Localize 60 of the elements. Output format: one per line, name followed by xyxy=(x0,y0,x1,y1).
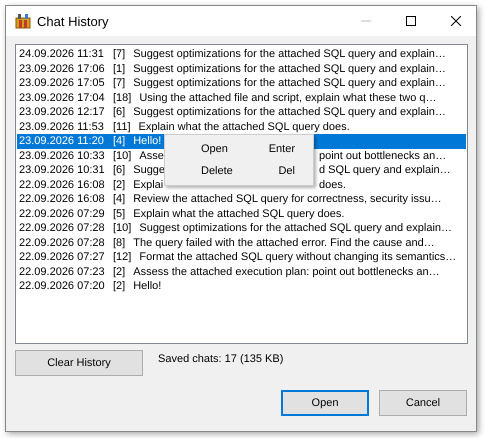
chat-title: Using the attached file and script, explain what these two q… xyxy=(139,92,437,104)
message-count: [10] xyxy=(113,222,132,234)
chat-date: 22.09.2026 07:23 xyxy=(19,266,106,278)
chat-date: 23.09.2026 11:20 xyxy=(19,135,105,148)
chat-title: Suggest optimizations for the attached SQL query and explain… xyxy=(133,62,446,75)
chat-title: d SQL query and explain… xyxy=(319,164,451,176)
message-count: [6] xyxy=(113,164,126,176)
message-count: [10] xyxy=(113,150,132,162)
chat-title: Review the attached SQL query for correctness, security issu… xyxy=(133,193,442,206)
chat-title: Sugge xyxy=(133,164,166,176)
message-count: [18] xyxy=(113,92,132,104)
message-count: [4] xyxy=(113,193,126,206)
message-count: [4] xyxy=(113,135,126,148)
chat-date: 22.09.2026 16:08 xyxy=(19,178,106,191)
message-count: [12] xyxy=(113,251,132,264)
menu-item-label: Delete xyxy=(201,165,233,177)
chat-date: 23.09.2026 17:04 xyxy=(19,92,106,104)
chat-title: Suggest optimizations for the attached SQL query and explain… xyxy=(139,222,452,234)
chat-date: 22.09.2026 16:08 xyxy=(19,193,106,206)
chat-date: 23.09.2026 10:31 xyxy=(19,164,106,176)
chat-date: 22.09.2026 07:28 xyxy=(19,222,106,234)
chat-title: Explain what the attached SQL query does. xyxy=(138,120,350,133)
chat-title: Suggest optimizations for the attached SQL query and explain… xyxy=(133,77,446,90)
chat-title: Asse xyxy=(139,150,164,162)
chat-date: 23.09.2026 17:06 xyxy=(19,62,106,75)
message-count: [2] xyxy=(113,178,126,191)
chat-date: 22.09.2026 07:28 xyxy=(19,236,106,249)
chat-date: 22.09.2026 07:27 xyxy=(19,251,106,264)
chat-date: 23.09.2026 17:05 xyxy=(19,77,106,90)
chat-date: 22.09.2026 07:29 xyxy=(19,208,106,220)
chat-title: Hello! xyxy=(133,280,162,292)
chat-date: 24.09.2026 11:31 xyxy=(19,48,105,60)
menu-shortcut: Enter xyxy=(268,143,295,155)
chat-date: 22.09.2026 07:20 xyxy=(19,280,106,292)
status-text: Saved chats: 17 (135 KB) xyxy=(158,353,284,365)
chat-title: Format the attached SQL query without changing its semantics… xyxy=(139,251,456,264)
chat-date: 23.09.2026 11:53 xyxy=(19,120,105,133)
window-title: Chat History xyxy=(37,14,109,28)
chat-title: Explai xyxy=(133,178,164,191)
message-count: [2] xyxy=(113,266,126,278)
menu-item-label: Open xyxy=(201,143,228,155)
chat-date: 23.09.2026 10:33 xyxy=(19,150,106,162)
chat-title: does. xyxy=(319,178,346,191)
chat-title: point out bottlenecks an… xyxy=(319,150,446,162)
chat-title: Suggest optimizations for the attached SQL query and explain… xyxy=(133,106,446,118)
message-count: [6] xyxy=(113,106,126,118)
chat-title: Assess the attached execution plan: point out bottlenecks an… xyxy=(133,266,440,278)
chat-title: Hello! xyxy=(133,135,162,148)
message-count: [7] xyxy=(113,77,126,90)
message-count: [8] xyxy=(113,236,126,249)
message-count: [11] xyxy=(113,120,131,133)
menu-shortcut: Del xyxy=(278,165,295,177)
message-count: [7] xyxy=(113,48,126,60)
chat-title: Suggest optimizations for the attached SQL query and explain… xyxy=(133,48,446,60)
chat-date: 23.09.2026 12:17 xyxy=(19,106,106,118)
message-count: [1] xyxy=(113,62,126,75)
chat-title: Explain what the attached SQL query does. xyxy=(133,208,344,220)
message-count: [5] xyxy=(113,208,126,220)
message-count: [2] xyxy=(113,280,126,292)
chat-title: The query failed with the attached error. Find the cause and… xyxy=(133,236,435,249)
